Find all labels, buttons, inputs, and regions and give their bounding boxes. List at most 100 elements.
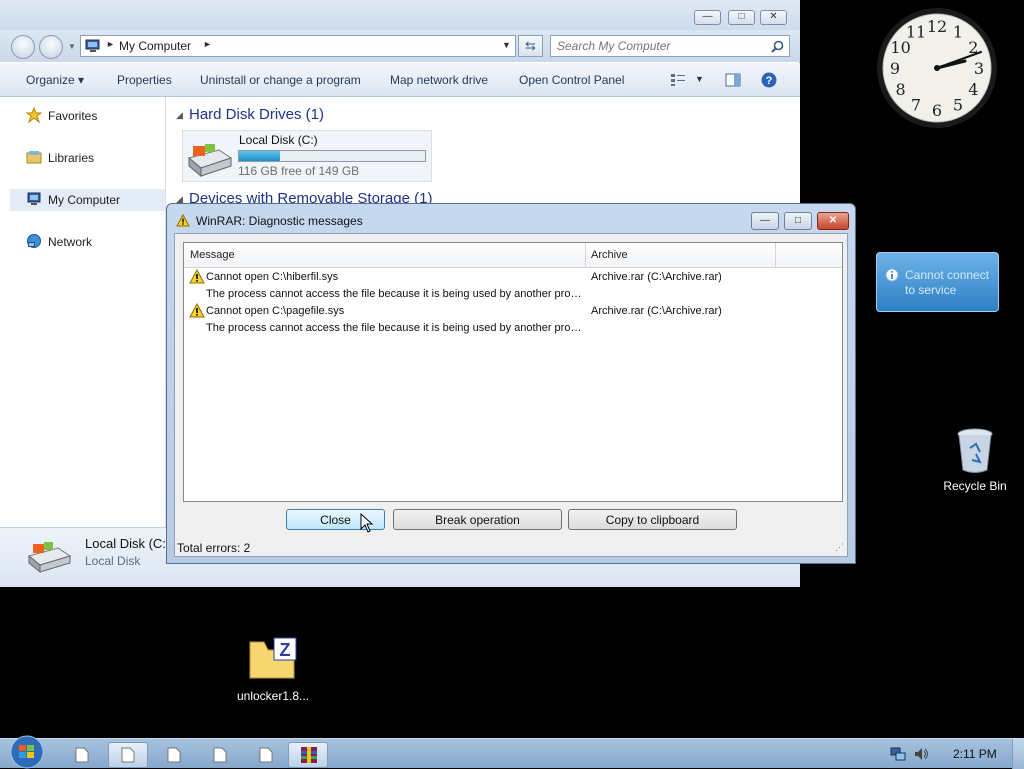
search-box[interactable] <box>550 35 790 57</box>
preview-pane-icon[interactable] <box>725 73 741 87</box>
unlocker-file-label: unlocker1.8... <box>236 689 310 703</box>
desktop-icon-unlocker[interactable]: Z unlocker1.8... <box>232 632 314 704</box>
column-header-message[interactable]: Message <box>190 249 235 261</box>
clock-number: 12 <box>927 17 947 36</box>
organize-label: Organize <box>26 73 75 87</box>
list-header: Message Archive <box>184 243 842 268</box>
list-item[interactable]: Cannot open C:\hiberfil.sys The process … <box>184 269 842 303</box>
recent-pages-icon[interactable]: ▼ <box>68 42 76 51</box>
document-icon <box>213 747 227 763</box>
change-view-icon[interactable] <box>670 73 686 87</box>
break-operation-button[interactable]: Break operation <box>393 509 562 530</box>
uninstall-button[interactable]: Uninstall or change a program <box>200 73 361 87</box>
taskbar-clock[interactable]: 2:11 PM <box>953 747 997 761</box>
breadcrumb-arrow-icon[interactable]: ► <box>203 39 212 49</box>
star-icon <box>26 107 42 123</box>
archive-text: Archive.rar (C:\Archive.rar) <box>591 271 722 283</box>
help-icon[interactable]: ? <box>761 72 777 88</box>
taskbar-button-document[interactable] <box>246 742 286 768</box>
volume-icon[interactable] <box>914 747 930 761</box>
notification-gadget[interactable]: Cannot connect to service <box>876 252 999 312</box>
svg-text:?: ? <box>766 75 773 87</box>
taskbar-button-document[interactable] <box>154 742 194 768</box>
recycle-bin-icon <box>957 428 993 473</box>
taskbar-button-document-active[interactable] <box>108 742 148 768</box>
dialog-title: WinRAR: Diagnostic messages <box>196 214 363 228</box>
column-separator[interactable] <box>585 243 586 267</box>
clock-number: 5 <box>953 95 963 114</box>
nav-item-libraries[interactable]: Libraries <box>10 147 165 169</box>
nav-label-favorites: Favorites <box>48 109 98 123</box>
messages-list[interactable]: Message Archive Cannot open C:\hiberfil.… <box>183 242 843 502</box>
collapse-arrow-icon[interactable]: ◢ <box>176 110 183 121</box>
taskbar-button-document[interactable] <box>62 742 102 768</box>
address-dropdown-icon[interactable]: ▼ <box>502 40 511 50</box>
search-input[interactable] <box>557 39 757 53</box>
maximize-button[interactable]: □ <box>728 10 755 25</box>
nav-item-my-computer[interactable]: My Computer <box>10 189 165 211</box>
resize-grip-icon[interactable]: ⋰ <box>835 542 844 553</box>
details-title: Local Disk (C:) <box>85 536 171 551</box>
document-icon <box>259 747 273 763</box>
desktop-icon-recycle-bin[interactable]: Recycle Bin <box>940 426 1010 496</box>
refresh-button[interactable]: ⇆ <box>518 35 543 57</box>
message-detail: The process cannot access the file becau… <box>206 322 584 334</box>
network-tray-icon[interactable] <box>890 747 906 761</box>
column-separator[interactable] <box>775 243 776 267</box>
hard-drive-icon <box>187 144 233 178</box>
clock-number: 7 <box>911 95 921 114</box>
clock-number: 8 <box>896 80 906 99</box>
mouse-cursor-icon <box>360 513 374 533</box>
warning-icon <box>189 269 205 284</box>
show-desktop-button[interactable] <box>1012 739 1024 769</box>
command-bar: Organize ▾ Properties Uninstall or chang… <box>0 63 800 97</box>
drive-name: Local Disk (C:) <box>239 133 318 147</box>
message-text: Cannot open C:\pagefile.sys <box>206 305 345 317</box>
svg-text:Z: Z <box>280 640 291 660</box>
copy-to-clipboard-button[interactable]: Copy to clipboard <box>568 509 737 530</box>
dialog-minimize-button[interactable]: — <box>751 212 779 230</box>
clock-number: 4 <box>968 80 978 99</box>
hard-disk-group-header[interactable]: Hard Disk Drives (1) <box>189 106 324 123</box>
minimize-button[interactable]: — <box>694 10 721 25</box>
clock-number: 11 <box>906 23 926 42</box>
back-button[interactable] <box>11 35 35 59</box>
network-icon <box>27 234 41 248</box>
forward-button[interactable] <box>39 35 63 59</box>
column-header-archive[interactable]: Archive <box>591 249 628 261</box>
library-icon <box>26 151 42 164</box>
nav-item-favorites[interactable]: Favorites <box>10 105 165 127</box>
list-item[interactable]: Cannot open C:\pagefile.sys The process … <box>184 303 842 337</box>
drive-usage-bar <box>238 150 426 162</box>
clock-gadget[interactable]: 12 1234567891011 <box>875 6 1000 131</box>
close-window-button[interactable]: ✕ <box>760 10 787 25</box>
map-network-drive-button[interactable]: Map network drive <box>390 73 488 87</box>
dialog-body: Message Archive Cannot open C:\hiberfil.… <box>174 233 848 557</box>
properties-button[interactable]: Properties <box>117 73 172 87</box>
document-icon <box>75 747 89 763</box>
hard-drive-icon <box>27 542 72 574</box>
explorer-titlebar: — □ ✕ <box>0 0 800 30</box>
nav-label-network: Network <box>48 235 93 249</box>
nav-label-libraries: Libraries <box>48 151 95 165</box>
start-button[interactable] <box>8 735 46 769</box>
computer-icon <box>85 39 100 52</box>
taskbar-button-winrar[interactable] <box>288 742 328 768</box>
nav-item-network[interactable]: Network <box>10 231 165 253</box>
address-bar[interactable]: ► My Computer ► ▼ <box>80 35 516 57</box>
breadcrumb-arrow-icon[interactable]: ► <box>106 39 115 49</box>
taskbar: 2:11 PM <box>0 735 1024 769</box>
dialog-maximize-button[interactable]: □ <box>784 212 812 230</box>
dialog-close-button[interactable]: ✕ <box>817 212 849 230</box>
open-control-panel-button[interactable]: Open Control Panel <box>519 73 624 87</box>
nav-label-my-computer: My Computer <box>48 193 121 207</box>
search-icon[interactable] <box>771 40 784 53</box>
drive-free-space: 116 GB free of 149 GB <box>238 164 360 178</box>
view-options-dropdown-icon[interactable]: ▼ <box>695 74 704 84</box>
organize-button[interactable]: Organize ▾ <box>26 73 84 87</box>
taskbar-button-document[interactable] <box>200 742 240 768</box>
notification-text: Cannot connect to service <box>905 268 990 297</box>
archive-text: Archive.rar (C:\Archive.rar) <box>591 305 722 317</box>
address-text[interactable]: My Computer <box>119 39 191 53</box>
drive-usage-fill <box>239 151 280 161</box>
